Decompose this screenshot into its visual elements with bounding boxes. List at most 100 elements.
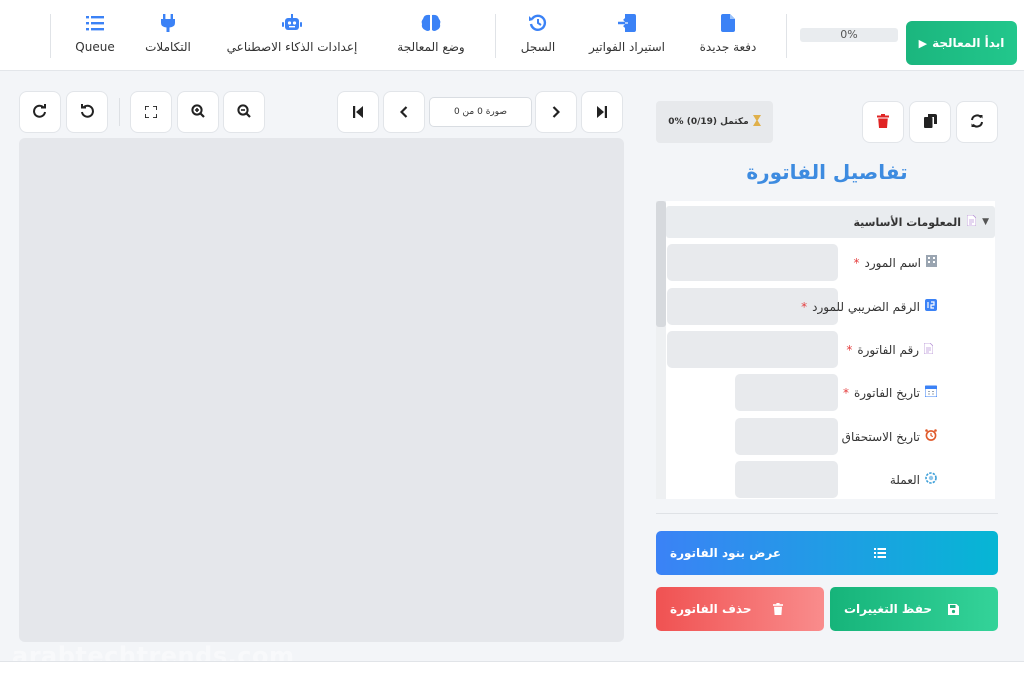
due-date-field-label: تاريخ الاستحقاق <box>834 418 937 455</box>
history-icon <box>529 12 547 34</box>
document-icon <box>923 342 934 357</box>
completion-status: 0% مكتمل (0/19) <box>656 101 773 143</box>
fit-screen-button[interactable] <box>130 91 172 133</box>
required-mark: * <box>846 342 853 357</box>
refresh-button[interactable] <box>956 101 998 143</box>
copy-button[interactable] <box>909 101 951 143</box>
import-invoices-label: استيراد الفواتير <box>589 40 665 54</box>
required-mark: * <box>853 255 860 270</box>
footer <box>0 662 1024 683</box>
first-page-button[interactable] <box>337 91 379 133</box>
brain-icon <box>421 12 441 34</box>
invoice-number-field-label: * رقم الفاتورة <box>843 331 934 368</box>
import-invoices-button[interactable]: استيراد الفواتير <box>582 12 672 60</box>
due-date-input[interactable] <box>735 418 838 455</box>
ai-settings-button[interactable]: إعدادات الذكاء الاصطناعي <box>218 12 366 60</box>
status-text: 0% مكتمل (0/19) <box>668 117 749 127</box>
delete-button[interactable] <box>862 101 904 143</box>
queue-label: Queue <box>75 40 115 54</box>
zoom-in-icon <box>191 103 205 122</box>
zoom-out-button[interactable] <box>223 91 265 133</box>
new-batch-button[interactable]: دفعة جديدة <box>690 12 766 60</box>
save-changes-label: حفظ التغييرات <box>844 602 933 616</box>
new-batch-label: دفعة جديدة <box>699 40 757 54</box>
show-invoice-items-button[interactable]: عرض بنود الفاتورة <box>656 531 998 575</box>
processing-mode-label: وضع المعالجة <box>397 40 465 54</box>
section-header[interactable]: المعلومات الأساسية ▼ <box>666 206 995 238</box>
panel-title: تفاصيل الفاتورة <box>746 160 908 184</box>
collapse-caret-icon: ▼ <box>982 217 989 227</box>
required-mark: * <box>842 385 849 400</box>
currency-select[interactable] <box>735 461 838 498</box>
trash-icon <box>877 113 889 132</box>
next-page-button[interactable] <box>535 91 577 133</box>
field-label: العملة <box>889 472 920 487</box>
integrations-button[interactable]: التكاملات <box>138 12 198 60</box>
numbers-icon <box>925 299 937 314</box>
rotate-left-button[interactable] <box>66 91 108 133</box>
toolbar-divider <box>786 14 787 58</box>
field-label: تاريخ الاستحقاق <box>841 429 920 444</box>
file-icon <box>721 12 735 34</box>
invoice-number-input[interactable] <box>667 331 838 368</box>
section-title: المعلومات الأساسية <box>853 215 962 229</box>
first-page-icon <box>353 103 363 122</box>
list-icon <box>874 531 886 575</box>
panel-divider <box>656 513 998 514</box>
zoom-out-icon <box>237 103 251 122</box>
required-mark: * <box>801 299 808 314</box>
hourglass-icon <box>752 115 761 129</box>
calendar-icon <box>924 385 938 400</box>
robot-icon <box>282 12 302 34</box>
prev-page-button[interactable] <box>383 91 425 133</box>
supplier-name-field-label: * اسم المورد <box>851 244 937 281</box>
start-processing-button[interactable]: ▶ ابدأ المعالجة <box>906 21 1017 65</box>
top-toolbar: ▶ ابدأ المعالجة 0% دفعة جديدة استيراد ال… <box>0 0 1024 71</box>
section-scrollbar[interactable] <box>656 201 666 499</box>
history-button[interactable]: السجل <box>512 12 564 60</box>
invoice-date-input[interactable] <box>735 374 838 411</box>
plug-icon <box>160 12 176 34</box>
document-icon <box>966 214 977 229</box>
alarm-clock-icon <box>925 429 937 444</box>
play-icon: ▶ <box>918 36 928 50</box>
queue-button[interactable]: Queue <box>68 12 122 60</box>
next-page-icon <box>552 103 561 122</box>
processing-progress-bar: 0% <box>800 28 898 42</box>
invoice-image-viewer[interactable] <box>19 138 624 642</box>
copy-icon <box>923 113 937 132</box>
field-label: الرقم الضريبي للمورد <box>812 299 920 314</box>
trash-icon <box>773 587 783 631</box>
field-label: اسم المورد <box>864 255 921 270</box>
viewer-toolbar-divider <box>119 98 120 126</box>
coin-icon <box>925 472 937 487</box>
page-indicator: صورة 0 من 0 <box>429 97 532 127</box>
rotate-right-icon <box>33 103 47 122</box>
toolbar-divider <box>495 14 496 58</box>
start-processing-label: ابدأ المعالجة <box>932 36 1005 50</box>
delete-invoice-label: حذف الفاتورة <box>670 602 752 616</box>
delete-invoice-button[interactable]: حذف الفاتورة <box>656 587 824 631</box>
invoice-date-field-label: * تاريخ الفاتورة <box>840 374 938 411</box>
toolbar-divider <box>50 14 51 58</box>
fit-screen-icon <box>144 103 158 122</box>
building-icon <box>926 255 937 270</box>
field-label: تاريخ الفاتورة <box>853 385 920 400</box>
field-label: رقم الفاتورة <box>857 342 919 357</box>
processing-mode-button[interactable]: وضع المعالجة <box>385 12 477 60</box>
show-items-label: عرض بنود الفاتورة <box>670 546 782 560</box>
tax-number-field-label: * الرقم الضريبي للمورد <box>798 288 937 325</box>
prev-page-icon <box>399 103 408 122</box>
scrollbar-thumb[interactable] <box>656 201 666 327</box>
zoom-in-button[interactable] <box>177 91 219 133</box>
currency-field-label: العملة <box>882 461 937 498</box>
integrations-label: التكاملات <box>145 40 191 54</box>
rotate-left-icon <box>80 103 94 122</box>
save-changes-button[interactable]: حفظ التغييرات <box>830 587 998 631</box>
supplier-name-input[interactable] <box>667 244 838 281</box>
rotate-right-button[interactable] <box>19 91 61 133</box>
last-page-button[interactable] <box>581 91 623 133</box>
last-page-icon <box>597 103 607 122</box>
refresh-icon <box>970 113 984 132</box>
floppy-disk-icon <box>948 587 959 631</box>
